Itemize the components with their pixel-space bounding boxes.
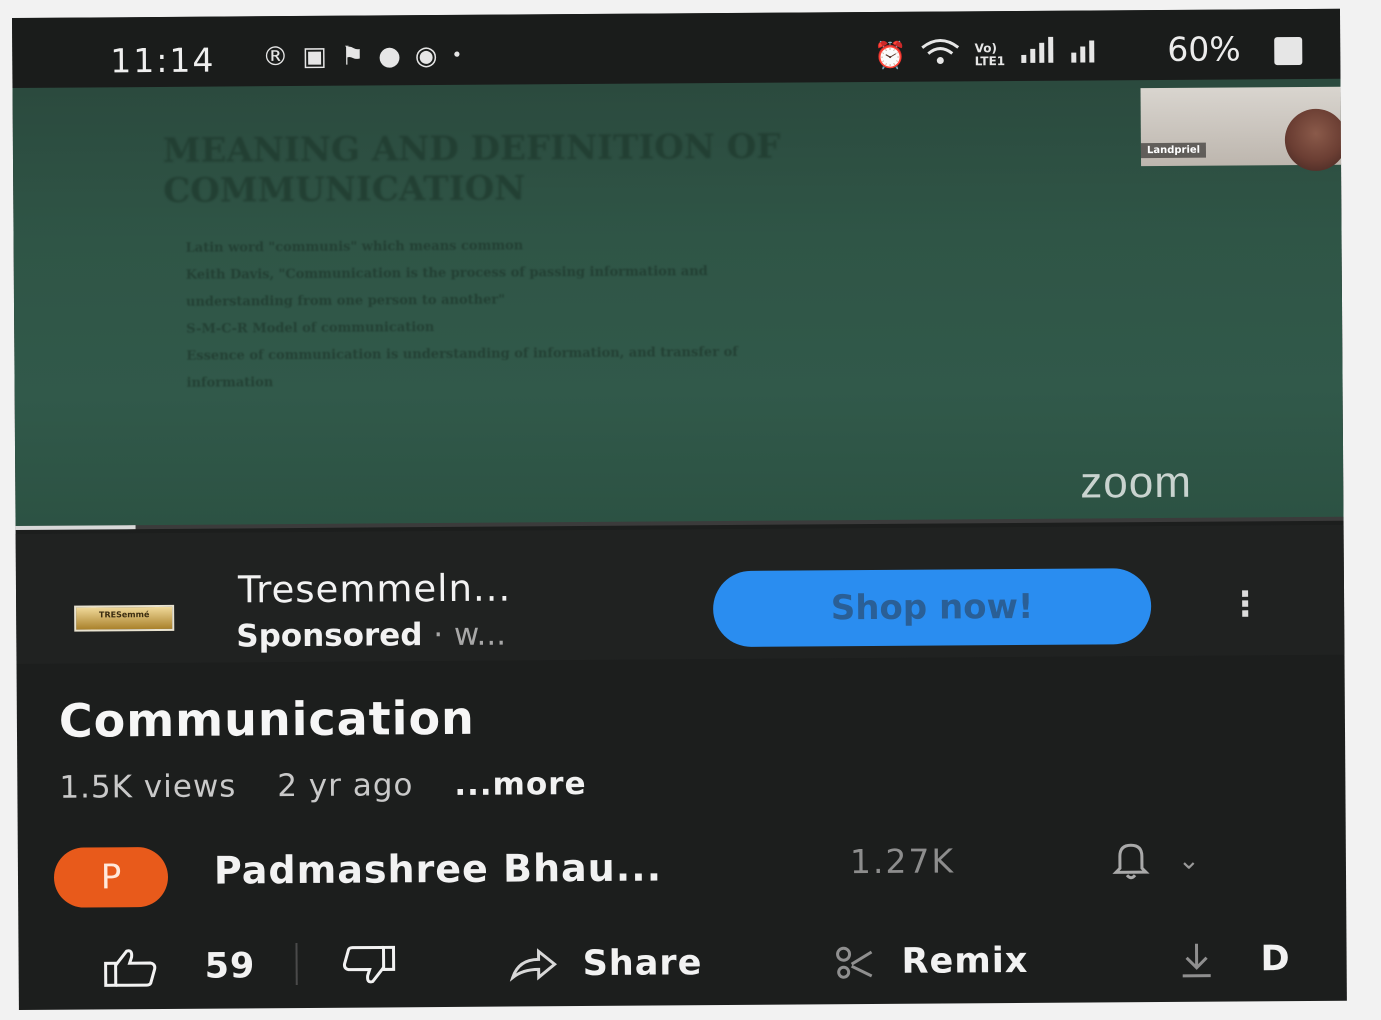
dot-icon: • bbox=[451, 44, 463, 66]
thumbs-down-icon bbox=[340, 945, 396, 985]
video-title[interactable]: Communication bbox=[59, 691, 475, 748]
share-button[interactable]: Share bbox=[508, 928, 703, 999]
account-icon: ● bbox=[378, 41, 401, 72]
ad-title[interactable]: Tresemmeln... bbox=[238, 567, 512, 612]
status-left-icons: ® ▣ ⚑ ● ◉ • bbox=[262, 41, 462, 72]
slide-bullet: information bbox=[186, 375, 274, 391]
share-icon bbox=[509, 947, 583, 982]
sponsored-label: Sponsored bbox=[236, 617, 423, 655]
upload-age: 2 yr ago bbox=[277, 767, 414, 805]
ad-logo: TRESemmé bbox=[74, 604, 175, 632]
speaker-thumbnail: Landpriel bbox=[1140, 86, 1347, 172]
remix-label: Remix bbox=[901, 940, 1029, 982]
video-progress-fill bbox=[15, 525, 136, 530]
ad-logo-text: TRESemmé bbox=[98, 610, 150, 620]
ad-separator: · bbox=[433, 617, 444, 654]
download-button[interactable]: D bbox=[1178, 924, 1291, 995]
shop-now-button[interactable]: Shop now! bbox=[712, 568, 1152, 648]
download-icon bbox=[1178, 939, 1260, 980]
slide-title: MEANING AND DEFINITION OF COMMUNICATION bbox=[162, 126, 781, 211]
more-options-icon[interactable]: ⋮ bbox=[1228, 579, 1262, 629]
thumbs-up-icon bbox=[102, 947, 158, 987]
action-row: 59 Share Remix D bbox=[18, 924, 1346, 1003]
alarm-icon: ⏰ bbox=[874, 40, 907, 71]
signal-icon-2 bbox=[1069, 36, 1099, 71]
ad-meta: Sponsored · w... bbox=[236, 617, 506, 655]
battery-icon bbox=[1274, 36, 1303, 66]
zoom-watermark: zoom bbox=[1080, 457, 1193, 508]
registered-icon: ® bbox=[262, 42, 289, 73]
description-more-link[interactable]: ...more bbox=[454, 766, 586, 803]
status-clock: 11:14 bbox=[110, 40, 216, 81]
ad-domain: w... bbox=[453, 616, 507, 653]
battery-percentage: 60% bbox=[1167, 29, 1241, 69]
volte-icon: Vo) LTE1 bbox=[974, 40, 1006, 68]
dislike-button[interactable] bbox=[340, 930, 396, 1000]
cast-icon: ▣ bbox=[302, 41, 327, 72]
slide-bullets: Latin word "communis" which means common… bbox=[186, 229, 1007, 397]
signal-icon bbox=[1019, 36, 1055, 72]
eye-icon: ◉ bbox=[414, 41, 438, 72]
remix-button[interactable]: Remix bbox=[833, 926, 1028, 997]
like-count: 59 bbox=[204, 946, 256, 987]
phone-screen: 11:14 ® ▣ ⚑ ● ◉ • ⏰ Vo)LTE1 60% MEANING bbox=[12, 8, 1347, 1010]
speaker-avatar bbox=[1284, 108, 1347, 172]
channel-name[interactable]: Padmashree Bhau... bbox=[214, 845, 662, 892]
bell-icon[interactable] bbox=[1108, 836, 1154, 882]
status-right-icons: ⏰ Vo) LTE1 bbox=[874, 36, 1099, 73]
chevron-down-icon[interactable]: ⌄ bbox=[1178, 846, 1200, 876]
like-button[interactable]: 59 bbox=[102, 931, 255, 1002]
subscriber-count: 1.27K bbox=[849, 841, 956, 882]
like-divider bbox=[295, 943, 298, 986]
video-player[interactable]: MEANING AND DEFINITION OF COMMUNICATION … bbox=[12, 78, 1347, 528]
share-label: Share bbox=[582, 943, 703, 985]
view-count: 1.5K views bbox=[59, 768, 237, 806]
speaker-name: Landpriel bbox=[1140, 142, 1207, 159]
flag-icon: ⚑ bbox=[340, 41, 365, 72]
sponsored-ad[interactable]: TRESemmé Tresemmeln... Sponsored · w... … bbox=[15, 524, 1345, 664]
wifi-icon bbox=[921, 37, 961, 72]
channel-avatar[interactable]: P bbox=[53, 846, 169, 908]
video-meta[interactable]: 1.5K views 2 yr ago ...more bbox=[59, 766, 616, 806]
remix-icon bbox=[833, 944, 901, 980]
download-label: D bbox=[1260, 939, 1291, 980]
